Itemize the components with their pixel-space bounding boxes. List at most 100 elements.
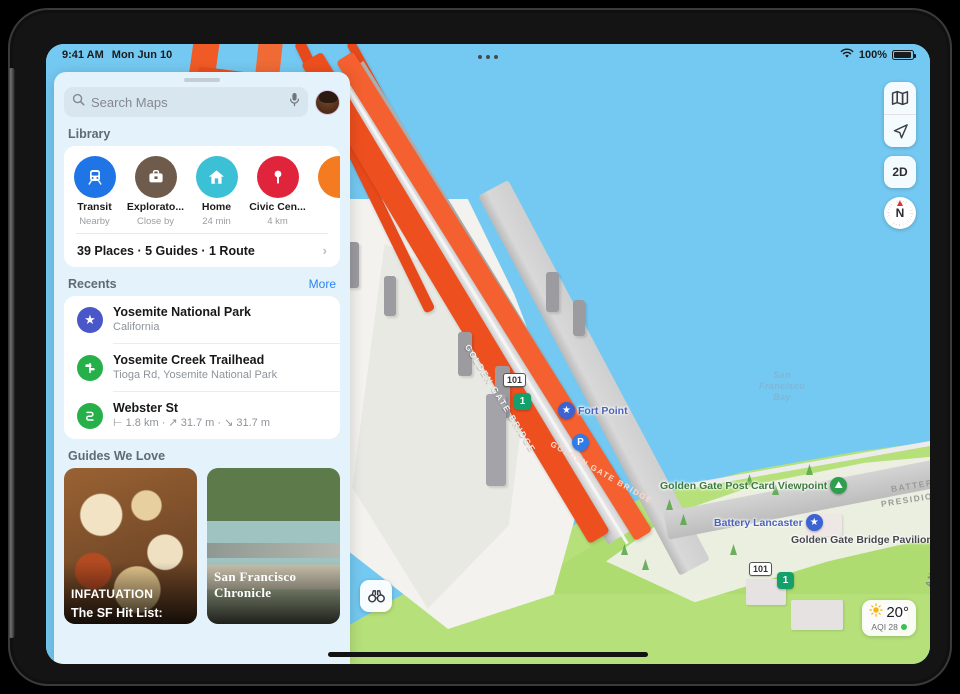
list-item-subtitle: Tioga Rd, Yosemite National Park (113, 369, 278, 381)
map-poi-label: Golden Gate Bridge Pavilion (791, 533, 930, 546)
home-indicator[interactable] (328, 652, 648, 657)
guides-section-header: Guides We Love (54, 439, 350, 468)
device-left-edge (8, 68, 15, 638)
list-item[interactable]: Webster St ⊢ 1.8 km · ↗ 31.7 m · ↘ 31.7 … (64, 392, 340, 439)
library-tile-label: Civic Cen... (249, 201, 306, 213)
map-label-san-francisco-bay: San Francisco Bay (759, 370, 805, 403)
bridge-pier (573, 300, 585, 336)
navigation-arrow-icon[interactable] (884, 115, 916, 147)
multitasking-dots-icon[interactable] (478, 55, 498, 59)
binoculars-icon[interactable] (360, 580, 392, 612)
microphone-icon[interactable] (289, 92, 300, 112)
partial-icon (317, 156, 340, 198)
bay-label-line2: Francisco (759, 381, 806, 391)
map-poi-label: Golden Gate Post Card Viewpoint (660, 480, 827, 492)
guide-title-label: The SF Hit List: (71, 606, 163, 620)
library-tile-transit[interactable]: Transit Nearby (64, 156, 125, 227)
map-shield-101-lower[interactable]: 101 (749, 562, 773, 576)
map-poi-label: Fort Point (578, 404, 628, 417)
library-tile-label: Explorato... (126, 201, 185, 213)
map-poi-parking[interactable]: P (572, 434, 589, 451)
map-route-badge-1-upper[interactable]: 1 (514, 393, 531, 410)
chevron-right-icon: › (322, 243, 327, 258)
compass-ticks (887, 200, 913, 226)
map-controls-stack: 2D N (884, 82, 916, 229)
trail-sign-icon (77, 354, 103, 381)
screenshot-root: San Francisco Bay GOLDEN GATE BRIDGE GOL… (0, 0, 960, 694)
library-tile-sub: 4 km (267, 216, 288, 227)
library-tile-home[interactable]: Home 24 min (186, 156, 247, 227)
user-avatar[interactable] (315, 89, 340, 115)
library-summary-row[interactable]: 39 Places · 5 Guides · 1 Route › (64, 234, 340, 267)
list-item-text: Yosemite National Park California (113, 305, 251, 334)
map-poi-fort-point[interactable]: ★ Fort Point (558, 402, 628, 419)
search-input[interactable]: Search Maps (64, 87, 308, 117)
map-poi-battery-lancaster[interactable]: Battery Lancaster ★ (714, 514, 823, 531)
house-icon (195, 156, 238, 198)
library-tiles: Transit Nearby Explorato... Close by Hom… (64, 146, 340, 231)
train-icon (73, 156, 116, 198)
briefcase-icon (134, 156, 177, 198)
ipad-screen: San Francisco Bay GOLDEN GATE BRIDGE GOL… (46, 44, 930, 664)
library-tile-civic-center[interactable]: Civic Cen... 4 km (247, 156, 308, 227)
star-pin-icon: ★ (805, 514, 823, 531)
library-tile-sub: 24 min (202, 216, 231, 227)
list-item-title: Yosemite National Park (113, 305, 252, 319)
maps-sidebar: Search Maps Library Transit Nearby Explo… (54, 72, 350, 664)
list-item[interactable]: Yosemite Creek Trailhead Tioga Rd, Yosem… (64, 344, 340, 391)
viewpoint-icon: ⛰ (830, 477, 848, 494)
weather-widget[interactable]: 20° AQI 28 (862, 600, 916, 636)
postcard-viewpoint-label: Golden Gate Post Card Viewpoint (660, 479, 828, 492)
library-tile-partial[interactable] (308, 156, 340, 227)
list-item-text: Yosemite Creek Trailhead Tioga Rd, Yosem… (113, 353, 277, 382)
map-layers-icon[interactable] (884, 82, 916, 114)
map-route-badge-1-lower[interactable]: 1 (777, 572, 794, 589)
map-building (791, 600, 843, 630)
guide-brand-label: San Francisco Chronicle (214, 569, 297, 600)
ipad-device-frame: San Francisco Bay GOLDEN GATE BRIDGE GOL… (8, 8, 952, 686)
search-icon (72, 93, 85, 111)
list-item-subtitle: California (113, 321, 160, 333)
bay-label-line1: San (773, 370, 791, 380)
weather-temperature: 20° (886, 603, 909, 621)
map-shield-101-upper[interactable]: 101 (503, 373, 527, 387)
pin-icon (256, 156, 299, 198)
library-tile-label: Transit (77, 201, 112, 213)
list-item-subtitle: ⊢ 1.8 km · ↗ 31.7 m · ↘ 31.7 m (113, 417, 271, 429)
map-poi-label: Battery Lancaster (714, 516, 803, 529)
parking-icon: P (572, 434, 589, 451)
star-icon: ★ (77, 306, 103, 333)
aqi-status-dot (900, 624, 907, 630)
sheet-grabber-handle[interactable] (184, 78, 220, 82)
library-title: Library (68, 127, 111, 141)
library-tile-sub: Close by (137, 216, 174, 227)
bridge-pier (384, 276, 396, 316)
list-item-text: Webster St ⊢ 1.8 km · ↗ 31.7 m · ↘ 31.7 … (113, 401, 270, 430)
library-card: Transit Nearby Explorato... Close by Hom… (64, 146, 340, 267)
map-poi-bridge-pavilion[interactable]: Golden Gate Bridge Pavilion 🛍 (791, 531, 930, 548)
search-placeholder: Search Maps (91, 94, 168, 110)
guides-row: INFATUATION The SF Hit List: San Francis… (54, 468, 350, 624)
map-control-group (884, 82, 916, 147)
recents-more-button[interactable]: More (309, 277, 336, 291)
list-item[interactable]: ★ Yosemite National Park California (64, 296, 340, 343)
recents-title: Recents (68, 277, 117, 291)
route-icon (77, 402, 103, 429)
library-section-header: Library (54, 117, 350, 146)
list-item-title: Yosemite Creek Trailhead (113, 353, 265, 367)
recents-section-header: Recents More (54, 267, 350, 296)
sun-icon (869, 603, 884, 622)
guide-card-infatuation[interactable]: INFATUATION The SF Hit List: (64, 468, 197, 624)
two-d-icon[interactable]: 2D (884, 156, 916, 188)
search-row: Search Maps (54, 86, 350, 117)
star-pin-icon: ★ (558, 402, 575, 419)
bridge-pier (546, 272, 559, 312)
map-poi-postcard-viewpoint[interactable]: Golden Gate Post Card Viewpoint ⛰ (660, 477, 848, 494)
library-tile-exploratorium[interactable]: Explorato... Close by (125, 156, 186, 227)
weather-top-row: 20° (869, 603, 909, 622)
guides-title: Guides We Love (68, 449, 166, 463)
library-summary-text: 39 Places · 5 Guides · 1 Route (77, 243, 255, 258)
guide-card-sf-chronicle[interactable]: San Francisco Chronicle (207, 468, 340, 624)
list-item-title: Webster St (113, 401, 179, 415)
compass-icon[interactable]: N (884, 197, 916, 229)
